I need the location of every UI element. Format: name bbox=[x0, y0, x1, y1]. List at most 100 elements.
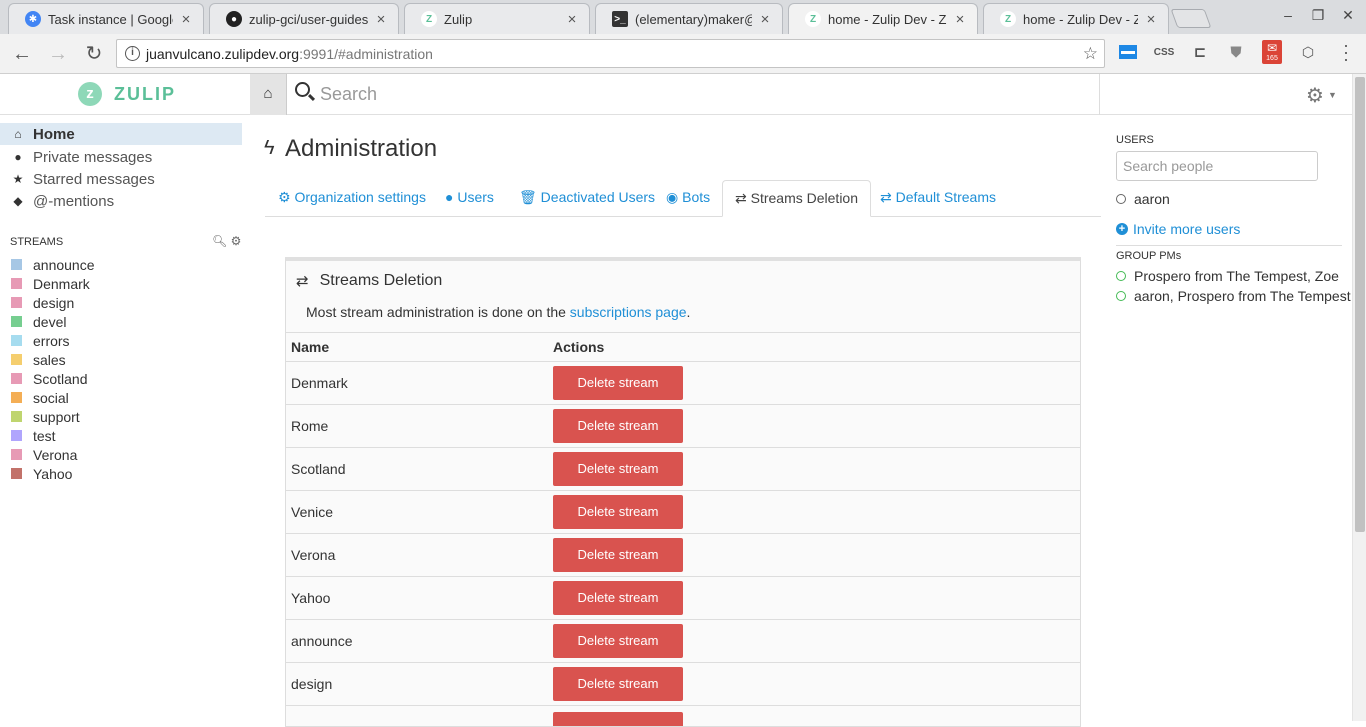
delete-stream-button[interactable]: Delete stream bbox=[553, 366, 683, 400]
stream-item[interactable]: design bbox=[11, 293, 74, 312]
chevron-down-icon[interactable]: ▼ bbox=[1328, 90, 1337, 100]
tab-users[interactable]: ● Users bbox=[445, 180, 494, 217]
extension-blue-icon[interactable] bbox=[1119, 45, 1137, 59]
stream-item[interactable]: support bbox=[11, 407, 80, 426]
bookmark-star-icon[interactable]: ☆ bbox=[1083, 44, 1098, 64]
stream-name: Scotland bbox=[33, 370, 88, 387]
close-tab-icon[interactable]: × bbox=[565, 11, 579, 28]
close-tab-icon[interactable]: × bbox=[374, 11, 388, 28]
browser-toolbar: ← → ↻ i juanvulcano.zulipdev.org:9991/#a… bbox=[0, 34, 1366, 74]
tab-organization-settings[interactable]: ⚙ Organization settings bbox=[278, 180, 426, 217]
browser-tab-active[interactable]: Z home - Zulip Dev - Zulip × bbox=[788, 3, 978, 34]
search-bar[interactable]: Search bbox=[287, 74, 1100, 115]
stream-item[interactable]: sales bbox=[11, 350, 66, 369]
minimize-icon[interactable]: – bbox=[1278, 7, 1298, 23]
shield-icon[interactable]: ⛊ bbox=[1227, 43, 1245, 61]
close-tab-icon[interactable]: × bbox=[758, 11, 772, 28]
tab-deactivated-users[interactable]: 🗑︎ Deactivated Users bbox=[519, 180, 655, 217]
note-suffix: . bbox=[686, 304, 691, 320]
new-tab-button[interactable] bbox=[1170, 9, 1212, 28]
stream-settings-gear-icon[interactable]: ⚙ bbox=[231, 234, 242, 248]
delete-stream-button[interactable]: Delete stream bbox=[553, 624, 683, 658]
back-arrow-icon[interactable]: ← bbox=[11, 43, 33, 65]
exchange-icon: ⇄ bbox=[880, 189, 896, 205]
close-window-icon[interactable]: ✕ bbox=[1338, 7, 1358, 24]
search-streams-icon[interactable]: 🔍︎ bbox=[212, 234, 227, 248]
stream-item[interactable]: Yahoo bbox=[11, 464, 72, 483]
reload-icon[interactable]: ↻ bbox=[83, 43, 105, 65]
home-button[interactable]: ⌂ bbox=[250, 74, 287, 115]
group-pm-item[interactable]: Prospero from The Tempest, Zoe bbox=[1116, 267, 1339, 285]
stream-name: Verona bbox=[33, 446, 78, 463]
close-tab-icon[interactable]: × bbox=[1144, 11, 1158, 28]
table-row: Scotland Delete stream bbox=[286, 448, 1080, 491]
close-tab-icon[interactable]: × bbox=[179, 11, 193, 28]
tab-default-streams[interactable]: ⇄ Default Streams bbox=[880, 180, 996, 217]
stream-item[interactable]: announce bbox=[11, 255, 95, 274]
stream-color-swatch bbox=[11, 449, 22, 460]
invite-users-link[interactable]: + Invite more users bbox=[1116, 221, 1240, 237]
browser-tab[interactable]: ● zulip-gci/user-guides.m × bbox=[209, 3, 399, 34]
stream-item[interactable]: test bbox=[11, 426, 56, 445]
column-header-actions: Actions bbox=[553, 339, 605, 355]
nav-item-home[interactable]: ⌂ Home bbox=[0, 123, 242, 145]
forward-arrow-icon[interactable]: → bbox=[47, 43, 69, 65]
close-tab-icon[interactable]: × bbox=[953, 11, 967, 28]
stream-item[interactable]: devel bbox=[11, 312, 66, 331]
stream-item[interactable]: errors bbox=[11, 331, 70, 350]
delete-stream-button-partial[interactable] bbox=[553, 712, 683, 726]
column-header-name: Name bbox=[291, 339, 330, 355]
scrollbar-thumb[interactable] bbox=[1355, 77, 1365, 532]
css-extension-icon[interactable]: CSS bbox=[1154, 43, 1175, 61]
info-icon[interactable]: i bbox=[125, 46, 140, 61]
search-icon bbox=[295, 82, 310, 97]
angular-extension-icon[interactable]: ⬡ bbox=[1299, 43, 1317, 61]
table-row: Yahoo Delete stream bbox=[286, 577, 1080, 620]
browser-tab[interactable]: >_ (elementary)maker@loc × bbox=[595, 3, 783, 34]
stream-item[interactable]: Scotland bbox=[11, 369, 87, 388]
browser-tab[interactable]: Z home - Zulip Dev - Zulip × bbox=[983, 3, 1169, 34]
page-scrollbar[interactable] bbox=[1352, 74, 1366, 721]
stream-item[interactable]: Denmark bbox=[11, 274, 90, 293]
stream-color-swatch bbox=[11, 411, 22, 422]
nav-item-private-messages[interactable]: ● Private messages bbox=[0, 146, 242, 168]
extension-c-icon[interactable]: ⊏ bbox=[1191, 43, 1209, 61]
zulip-logo[interactable]: z ZULIP bbox=[78, 82, 176, 106]
search-input[interactable]: Search bbox=[320, 84, 377, 105]
plus-circle-icon: + bbox=[1116, 223, 1128, 235]
nav-item-mentions[interactable]: ◆ @-mentions bbox=[0, 190, 242, 212]
browser-tab-title: Task instance | Google C bbox=[48, 11, 173, 27]
stream-item[interactable]: social bbox=[11, 388, 69, 407]
tab-label: Streams Deletion bbox=[750, 190, 859, 206]
group-pm-item[interactable]: aaron, Prospero from The Tempest bbox=[1116, 287, 1351, 305]
streams-tools: 🔍︎ ⚙ bbox=[212, 234, 241, 248]
browser-menu-icon[interactable]: · · · bbox=[1340, 36, 1352, 68]
delete-stream-button[interactable]: Delete stream bbox=[553, 538, 683, 572]
delete-stream-button[interactable]: Delete stream bbox=[553, 667, 683, 701]
tab-bots[interactable]: ◉ Bots bbox=[666, 180, 710, 217]
nav-item-starred-messages[interactable]: ★ Starred messages bbox=[0, 168, 242, 190]
browser-tab[interactable]: ✱ Task instance | Google C × bbox=[8, 3, 204, 34]
table-row bbox=[286, 706, 1080, 726]
url-text[interactable]: juanvulcano.zulipdev.org:9991/#administr… bbox=[146, 46, 433, 62]
note-text: Most stream administration is done on th… bbox=[306, 304, 570, 320]
restore-icon[interactable]: ❐ bbox=[1308, 7, 1328, 24]
settings-gear-icon[interactable]: ⚙ bbox=[1306, 83, 1324, 108]
user-item[interactable]: aaron bbox=[1116, 190, 1170, 208]
tab-label: Organization settings bbox=[294, 189, 426, 205]
browser-tab[interactable]: Z Zulip × bbox=[404, 3, 590, 34]
tab-streams-deletion[interactable]: ⇄ Streams Deletion bbox=[722, 180, 872, 217]
gmail-extension-icon[interactable]: ✉ 165 bbox=[1262, 40, 1282, 64]
delete-stream-button[interactable]: Delete stream bbox=[553, 452, 683, 486]
delete-stream-button[interactable]: Delete stream bbox=[553, 495, 683, 529]
zulip-icon: Z bbox=[805, 11, 821, 27]
delete-stream-button[interactable]: Delete stream bbox=[553, 581, 683, 615]
presence-idle-icon bbox=[1116, 194, 1126, 204]
user-icon: ● bbox=[14, 150, 22, 164]
stream-item[interactable]: Verona bbox=[11, 445, 77, 464]
address-bar[interactable]: i juanvulcano.zulipdev.org:9991/#adminis… bbox=[116, 39, 1105, 68]
presence-active-icon bbox=[1116, 291, 1126, 301]
delete-stream-button[interactable]: Delete stream bbox=[553, 409, 683, 443]
subscriptions-page-link[interactable]: subscriptions page bbox=[570, 304, 687, 320]
search-people-input[interactable]: Search people bbox=[1116, 151, 1318, 181]
